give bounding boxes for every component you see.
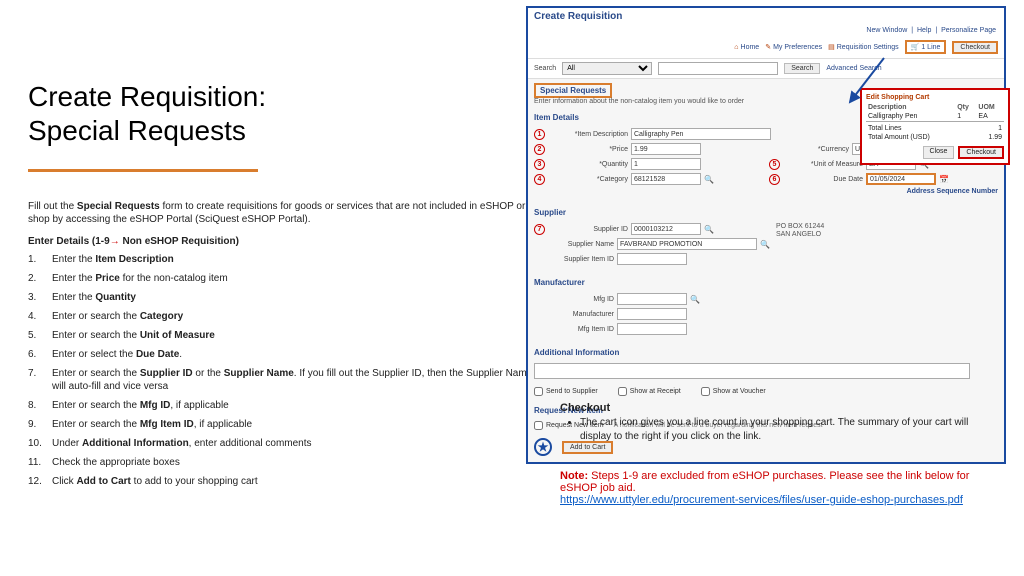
category-label: *Category <box>548 176 628 183</box>
supplier-id-label: Supplier ID <box>548 226 628 233</box>
nav-settings[interactable]: ▤Requisition Settings <box>828 43 899 51</box>
title-line-2: Special Requests <box>28 115 246 146</box>
list-item: 8.Enter or search the Mfg ID, if applica… <box>28 399 538 412</box>
accent-rule <box>28 169 258 172</box>
supplier-address: PO BOX 61244 SAN ANGELO <box>776 223 998 268</box>
search-icon[interactable]: 🔍 <box>690 295 700 304</box>
eshop-guide-link[interactable]: https://www.uttyler.edu/procurement-serv… <box>560 494 963 506</box>
list-item: 10.Under Additional Information, enter a… <box>28 437 538 450</box>
link-help[interactable]: Help <box>917 27 931 34</box>
enter-details-heading: Enter Details (1-9→ Non eSHOP Requisitio… <box>28 236 538 247</box>
app-window: Create Requisition New Window | Help | P… <box>526 6 1006 464</box>
mfg-item-field[interactable] <box>617 323 687 335</box>
star-icon: ★ <box>534 438 552 456</box>
marker-7: 7 <box>534 224 545 235</box>
manufacturer-heading: Manufacturer <box>528 274 1004 291</box>
checkout-button[interactable]: Checkout <box>952 41 998 54</box>
supplier-heading: Supplier <box>528 204 1004 221</box>
table-row: Calligraphy Pen1EA <box>866 112 1004 122</box>
checkout-heading: Checkout <box>560 402 990 414</box>
marker-4: 4 <box>534 174 545 185</box>
app-screenshot: Create Requisition New Window | Help | P… <box>526 6 1006 464</box>
due-date-field[interactable]: 01/05/2024 <box>866 173 936 185</box>
cart-popup: Edit Shopping Cart DescriptionQtyUOM Cal… <box>860 88 1010 165</box>
item-desc-field[interactable]: Calligraphy Pen <box>631 128 771 140</box>
link-new-window[interactable]: New Window <box>866 27 907 34</box>
book-icon: ▤ <box>828 44 835 51</box>
list-item: 9.Enter or search the Mfg Item ID, if ap… <box>28 418 538 431</box>
cart-close-button[interactable]: Close <box>923 146 955 159</box>
search-scope-select[interactable]: All <box>562 62 652 75</box>
item-desc-label: *Item Description <box>548 131 628 138</box>
search-label: Search <box>534 65 556 72</box>
special-requests-heading: Special Requests <box>534 83 612 98</box>
title-line-1: Create Requisition: <box>28 81 266 112</box>
cart-checkout-button[interactable]: Checkout <box>958 146 1004 159</box>
list-item: 6.Enter or select the Due Date. <box>28 348 538 361</box>
home-icon: ⌂ <box>734 44 738 51</box>
search-icon[interactable]: 🔍 <box>704 175 714 184</box>
search-icon[interactable]: 🔍 <box>704 225 714 234</box>
show-receipt-checkbox[interactable]: Show at Receipt <box>618 387 681 396</box>
additional-info-heading: Additional Information <box>528 344 1004 361</box>
supplier-item-label: Supplier Item ID <box>534 256 614 263</box>
cart-table: DescriptionQtyUOM Calligraphy Pen1EA Tot… <box>866 103 1004 142</box>
mfg-id-label: Mfg ID <box>534 296 614 303</box>
top-links: New Window | Help | Personalize Page <box>528 25 1004 36</box>
supplier-id-field[interactable]: 0000103212 <box>631 223 701 235</box>
list-item: 7.Enter or search the Supplier ID or the… <box>28 367 538 393</box>
marker-2: 2 <box>534 144 545 155</box>
marker-6: 6 <box>769 174 780 185</box>
list-item: 2.Enter the Price for the non-catalog it… <box>28 272 538 285</box>
checkout-explainer: Checkout The cart icon gives you a line … <box>560 402 990 443</box>
qty-label: *Quantity <box>548 161 628 168</box>
list-item: 1.Enter the Item Description <box>28 253 538 266</box>
search-icon[interactable]: 🔍 <box>760 240 770 249</box>
note-block: Note: Steps 1-9 are excluded from eSHOP … <box>560 470 990 506</box>
mfg-item-label: Mfg Item ID <box>534 326 614 333</box>
slide-body: Create Requisition: Special Requests Fil… <box>28 80 538 494</box>
list-item: 5.Enter or search the Unit of Measure <box>28 329 538 342</box>
cart-icon: 🛒 <box>911 44 920 51</box>
marker-3: 3 <box>534 159 545 170</box>
addr-seq-label: Address Sequence Number <box>907 188 998 195</box>
mfg-name-label: Manufacturer <box>534 311 614 318</box>
steps-list: 1.Enter the Item Description 2.Enter the … <box>28 253 538 488</box>
supplier-name-field[interactable]: FAVBRAND PROMOTION <box>617 238 757 250</box>
mfg-id-field[interactable] <box>617 293 687 305</box>
list-item: 11.Check the appropriate boxes <box>28 456 538 469</box>
supplier-name-label: Supplier Name <box>534 241 614 248</box>
uom-label: *Unit of Measure <box>783 161 863 168</box>
nav-home[interactable]: ⌂Home <box>734 44 759 51</box>
app-window-title: Create Requisition <box>528 8 1004 25</box>
search-button[interactable]: Search <box>784 63 820 74</box>
cart-link[interactable]: 🛒1 Line <box>905 40 947 54</box>
list-item: 4.Enter or search the Category <box>28 310 538 323</box>
search-input[interactable] <box>658 62 778 75</box>
list-item: 3.Enter the Quantity <box>28 291 538 304</box>
marker-5: 5 <box>769 159 780 170</box>
show-voucher-checkbox[interactable]: Show at Voucher <box>701 387 766 396</box>
list-item: 12.Click Add to Cart to add to your shop… <box>28 475 538 488</box>
send-supplier-checkbox[interactable]: Send to Supplier <box>534 387 598 396</box>
nav-prefs[interactable]: ✎My Preferences <box>765 43 822 51</box>
calendar-icon[interactable]: 📅 <box>939 175 949 184</box>
checkout-bullet: The cart icon gives you a line count in … <box>580 416 990 443</box>
currency-label: *Currency <box>769 146 849 153</box>
category-field[interactable]: 68121528 <box>631 173 701 185</box>
intro-text: Fill out the Special Requests form to cr… <box>28 200 538 226</box>
price-field[interactable]: 1.99 <box>631 143 701 155</box>
mfg-name-field[interactable] <box>617 308 687 320</box>
additional-info-field[interactable] <box>534 363 970 379</box>
link-personalize[interactable]: Personalize Page <box>941 27 996 34</box>
due-date-label: Due Date <box>783 176 863 183</box>
page-title: Create Requisition: Special Requests <box>28 80 538 147</box>
qty-field[interactable]: 1 <box>631 158 701 170</box>
cart-popup-heading: Edit Shopping Cart <box>866 94 1004 101</box>
price-label: *Price <box>548 146 628 153</box>
supplier-item-field[interactable] <box>617 253 687 265</box>
advanced-search-link[interactable]: Advanced Search <box>826 65 881 72</box>
marker-1: 1 <box>534 129 545 140</box>
pencil-icon: ✎ <box>765 44 771 51</box>
